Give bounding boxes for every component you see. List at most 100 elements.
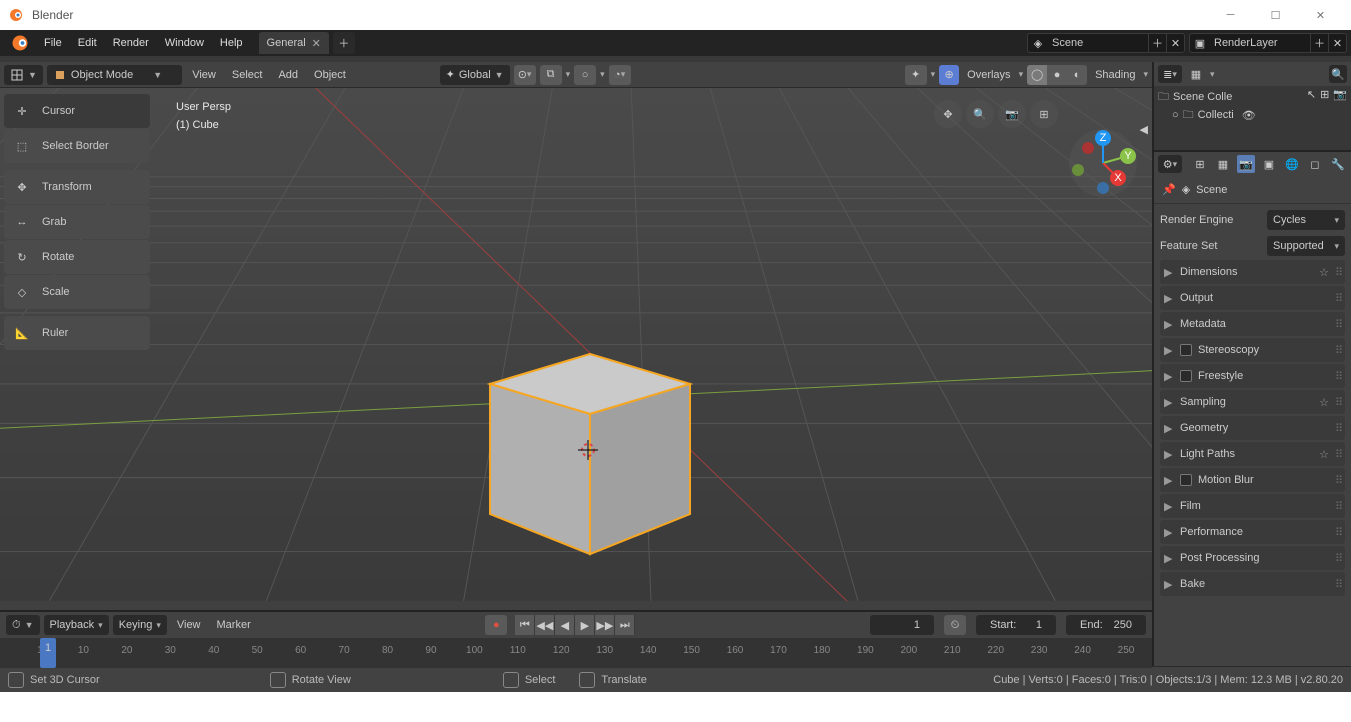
play-button[interactable]: ▶ xyxy=(575,615,595,635)
tool-cursor[interactable]: ✛Cursor xyxy=(4,94,150,128)
current-frame-field[interactable]: 1 xyxy=(870,615,934,635)
menu-file[interactable]: File xyxy=(36,30,70,56)
panel-metadata[interactable]: ▶Metadata⠿ xyxy=(1160,312,1345,336)
overlays-toggle[interactable]: ⊕ xyxy=(939,65,959,85)
tab-world-icon[interactable]: 🌐 xyxy=(1283,155,1301,173)
viewport-menu-object[interactable]: Object xyxy=(308,69,352,81)
auto-keyframe-button[interactable]: ● xyxy=(485,615,507,635)
pivot-dropdown[interactable]: ⊙▾ xyxy=(514,65,536,85)
tool-ruler[interactable]: 📐Ruler xyxy=(4,316,150,350)
add-scene-button[interactable]: ＋ xyxy=(1148,34,1166,52)
delete-scene-button[interactable]: ✕ xyxy=(1166,34,1184,52)
scene-selector[interactable]: ◈ ＋ ✕ xyxy=(1027,33,1185,53)
panel-freestyle[interactable]: ▶Freestyle⠿ xyxy=(1160,364,1345,388)
panel-motion-blur[interactable]: ▶Motion Blur⠿ xyxy=(1160,468,1345,492)
overlays-dropdown[interactable]: ▾ xyxy=(1019,69,1024,80)
tab-modifier-icon[interactable]: 🔧 xyxy=(1329,155,1347,173)
disclosure-icon[interactable]: ○ xyxy=(1172,109,1179,121)
outliner-display-dropdown[interactable]: ▾ xyxy=(1210,69,1215,80)
widget-camera-icon[interactable]: 📷 xyxy=(998,100,1026,128)
pin-icon[interactable]: 📌 xyxy=(1162,183,1176,196)
window-minimize-button[interactable]: ─ xyxy=(1208,0,1253,30)
menu-render[interactable]: Render xyxy=(105,30,157,56)
panel-post-processing[interactable]: ▶Post Processing⠿ xyxy=(1160,546,1345,570)
panel-bake[interactable]: ▶Bake⠿ xyxy=(1160,572,1345,596)
grid-filter-icon[interactable]: ⊞ xyxy=(1320,88,1329,101)
default-cube[interactable] xyxy=(480,344,700,580)
jump-to-start-button[interactable]: ⏮ xyxy=(515,615,535,635)
snap-toggle[interactable]: ⧉ xyxy=(540,65,562,85)
camera-filter-icon[interactable]: 📷 xyxy=(1333,88,1347,101)
timeline-playback-menu[interactable]: Playback ▾ xyxy=(44,615,109,635)
panel-output[interactable]: ▶Output⠿ xyxy=(1160,286,1345,310)
add-workspace-button[interactable]: ＋ xyxy=(333,32,355,54)
tab-workspace-icon[interactable]: ⊞ xyxy=(1191,155,1209,173)
close-tab-icon[interactable]: ✕ xyxy=(312,37,321,50)
mode-dropdown[interactable]: Object Mode ▼ xyxy=(47,65,182,85)
sync-mode-button[interactable]: ⏲ xyxy=(944,615,966,635)
tool-grab[interactable]: ↔Grab xyxy=(4,205,150,239)
panel-dimensions[interactable]: ▶Dimensions☆⠿ xyxy=(1160,260,1345,284)
proportional-dropdown[interactable]: ▾ xyxy=(600,69,605,80)
window-close-button[interactable]: ✕ xyxy=(1298,0,1343,30)
jump-to-next-key-button[interactable]: ▶▶ xyxy=(595,615,615,635)
navigation-gizmo[interactable]: Y X Z xyxy=(1068,128,1138,198)
tool-rotate[interactable]: ↻Rotate xyxy=(4,240,150,274)
timeline-editor-dropdown[interactable]: ⏱▼ xyxy=(6,615,40,635)
end-frame-field[interactable]: End:250 xyxy=(1066,615,1146,635)
viewport-menu-select[interactable]: Select xyxy=(226,69,269,81)
proportional-edit-toggle[interactable]: ○ xyxy=(574,65,596,85)
panel-stereoscopy[interactable]: ▶Stereoscopy⠿ xyxy=(1160,338,1345,362)
properties-editor-dropdown[interactable]: ⚙▾ xyxy=(1158,155,1182,173)
outliner-display-mode[interactable]: ▦ xyxy=(1186,65,1206,83)
renderlayer-name-input[interactable] xyxy=(1210,37,1310,49)
gizmo-dropdown[interactable]: ▾ xyxy=(931,69,936,80)
gizmo-toggle[interactable]: ✦ xyxy=(905,65,927,85)
panel-light-paths[interactable]: ▶Light Paths☆⠿ xyxy=(1160,442,1345,466)
panel-performance[interactable]: ▶Performance⠿ xyxy=(1160,520,1345,544)
orientation-dropdown[interactable]: ✦ Global ▼ xyxy=(440,65,510,85)
menu-help[interactable]: Help xyxy=(212,30,251,56)
panel-film[interactable]: ▶Film⠿ xyxy=(1160,494,1345,518)
panel-sampling[interactable]: ▶Sampling☆⠿ xyxy=(1160,390,1345,414)
collection-visibility-dropdown[interactable]: ◔▾ xyxy=(609,65,631,85)
menu-edit[interactable]: Edit xyxy=(70,30,105,56)
viewport-menu-view[interactable]: View xyxy=(186,69,222,81)
delete-layer-button[interactable]: ✕ xyxy=(1328,34,1346,52)
renderlayer-selector[interactable]: ▣ ＋ ✕ xyxy=(1189,33,1347,53)
play-reverse-button[interactable]: ◀ xyxy=(555,615,575,635)
widget-pan-icon[interactable]: ✥ xyxy=(934,100,962,128)
snap-dropdown[interactable]: ▾ xyxy=(566,69,571,80)
jump-to-end-button[interactable]: ⏭ xyxy=(615,615,635,635)
start-frame-field[interactable]: Start:1 xyxy=(976,615,1056,635)
feature-set-dropdown[interactable]: Supported▾ xyxy=(1267,236,1345,256)
outliner-tree[interactable]: 🗀 Scene Colle ○ 🗀 Collecti 👁 ↖⊞📷 xyxy=(1154,86,1351,150)
shading-wireframe-button[interactable]: ◯ xyxy=(1027,65,1047,85)
jump-to-prev-key-button[interactable]: ◀◀ xyxy=(535,615,555,635)
freestyle-checkbox[interactable] xyxy=(1180,370,1192,382)
viewport-menu-add[interactable]: Add xyxy=(272,69,304,81)
tab-object-icon[interactable]: ◻ xyxy=(1306,155,1324,173)
scene-name-input[interactable] xyxy=(1048,37,1148,49)
timeline-cursor[interactable]: 1 xyxy=(40,638,56,668)
timeline-track[interactable]: 1102030405060708090100110120130140150160… xyxy=(0,638,1152,668)
viewport-3d[interactable]: ✛Cursor ⬚Select Border ✥Transform ↔Grab … xyxy=(0,88,1152,610)
editor-type-dropdown[interactable]: ▼ xyxy=(4,65,43,85)
window-maximize-button[interactable]: ☐ xyxy=(1253,0,1298,30)
stereoscopy-checkbox[interactable] xyxy=(1180,344,1192,356)
sidebar-toggle-icon[interactable]: ◀ xyxy=(1140,123,1148,136)
tab-render-icon[interactable]: ▦ xyxy=(1214,155,1232,173)
tool-transform[interactable]: ✥Transform xyxy=(4,170,150,204)
render-engine-dropdown[interactable]: Cycles▾ xyxy=(1267,210,1345,230)
outliner-collection-row[interactable]: ○ 🗀 Collecti 👁 xyxy=(1158,106,1347,124)
timeline-view-menu[interactable]: View xyxy=(171,619,207,631)
workspace-tab-general[interactable]: General ✕ xyxy=(259,32,329,54)
tool-scale[interactable]: ◇Scale xyxy=(4,275,150,309)
outliner-editor-dropdown[interactable]: ≣▾ xyxy=(1158,65,1182,83)
timeline-marker-menu[interactable]: Marker xyxy=(211,619,257,631)
shading-lookdev-button[interactable]: ◐ xyxy=(1067,65,1087,85)
menu-window[interactable]: Window xyxy=(157,30,212,56)
panel-geometry[interactable]: ▶Geometry⠿ xyxy=(1160,416,1345,440)
tab-scene-icon[interactable]: 📷 xyxy=(1237,155,1255,173)
timeline-keying-menu[interactable]: Keying ▾ xyxy=(113,615,167,635)
